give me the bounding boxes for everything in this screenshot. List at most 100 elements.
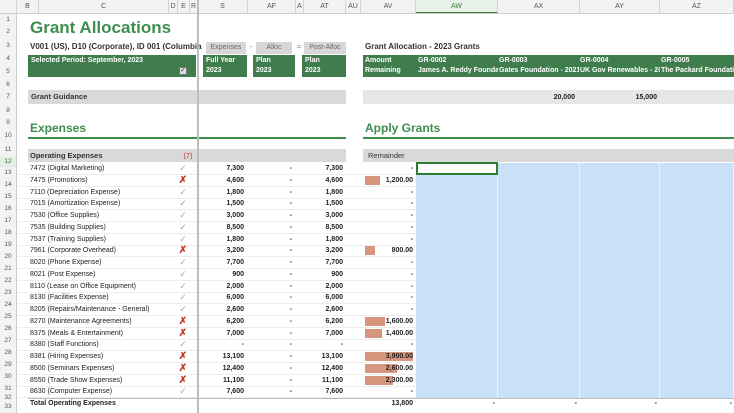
expense-label: 8381 (Hiring Expenses) (30, 353, 104, 360)
row-header-7[interactable]: 7 (0, 90, 17, 104)
remainder-value: - (410, 294, 413, 301)
amount-remaining-header: Amount Remaining (365, 56, 413, 76)
x-mark-icon: ✗ (178, 245, 188, 256)
row-header-5[interactable]: 5 (0, 65, 17, 79)
active-cell-aw12[interactable] (416, 162, 498, 175)
expense-label: 7015 (Amortization Expense) (30, 200, 121, 207)
column-header-ay[interactable]: AY (580, 0, 660, 13)
row-header-9[interactable]: 9 (0, 117, 17, 128)
column-header-c[interactable]: C (39, 0, 169, 13)
row-header-23[interactable]: 23 (0, 287, 17, 299)
remainder-value: - (410, 259, 413, 266)
column-header-az[interactable]: AZ (660, 0, 734, 13)
full-year-label: Full Year (206, 57, 236, 64)
column-header-e[interactable]: E (178, 0, 190, 13)
column-header-a[interactable] (0, 0, 17, 13)
expense-label: 7475 (Promotions) (30, 177, 88, 184)
remainder-value: - (410, 341, 413, 348)
column-header-af[interactable]: AF (248, 0, 296, 13)
remainder-value: 2,300.00 (385, 377, 413, 384)
full-year-value: 7,700 (226, 259, 244, 266)
total-remainder: 13,800 (391, 400, 413, 407)
column-header-aw[interactable]: AW (416, 0, 498, 13)
grant-guidance-value-2: 15,000 (635, 94, 657, 101)
row-header-29[interactable]: 29 (0, 359, 17, 371)
total-grant-2: - (574, 400, 577, 407)
post-alloc-value: 2,600 (325, 306, 343, 313)
post-alloc-value: 8,500 (325, 224, 343, 231)
row-header-24[interactable]: 24 (0, 299, 17, 311)
row-header-3[interactable]: 3 (0, 39, 17, 53)
grant-header-gr-0004[interactable]: GR-0004 UK Gov Renewables - 2021 (580, 56, 660, 76)
full-year-value: 11,100 (222, 377, 244, 384)
full-year-value: 900 (232, 271, 244, 278)
column-header-au[interactable]: AU (346, 0, 361, 13)
checkmark-icon: ✓ (179, 234, 187, 244)
row-header-13[interactable]: 13 (0, 167, 17, 179)
x-mark-icon: ✗ (178, 363, 188, 374)
row-header-18[interactable]: 18 (0, 227, 17, 239)
row-header-25[interactable]: 25 (0, 311, 17, 323)
remainder-value: - (410, 283, 413, 290)
row-header-33[interactable]: 33 (0, 401, 17, 413)
row-header-1[interactable]: 1 (0, 14, 17, 25)
subtitle: V001 (US), D10 (Corporate), ID 001 (Colu… (30, 42, 202, 51)
grant-header-gr-0002[interactable]: GR-0002 James A. Reddy Foundation (418, 56, 498, 76)
full-year-value: 1,800 (226, 189, 244, 196)
row-header-10[interactable]: 10 (0, 128, 17, 143)
grant-name: James A. Reddy Foundation (418, 67, 498, 74)
expense-label: 8375 (Meals & Entertainment) (30, 330, 123, 337)
row-header-22[interactable]: 22 (0, 275, 17, 287)
grant-guidance-label: Grant Guidance (31, 92, 88, 101)
row-header-4[interactable]: 4 (0, 53, 17, 65)
grant-name: The Packard Foundation (661, 67, 734, 74)
alloc-value: - (289, 330, 292, 337)
row-header-14[interactable]: 14 (0, 179, 17, 191)
post-alloc-value: - (340, 341, 343, 348)
remainder-header: Remainder (363, 149, 734, 162)
grant-header-gr-0005[interactable]: GR-0005 The Packard Foundation (661, 56, 734, 76)
grant-header-gr-0003[interactable]: GR-0003 Gates Foundation - 2021Q (499, 56, 579, 76)
row-header-17[interactable]: 17 (0, 215, 17, 227)
full-year-value: 1,500 (226, 200, 244, 207)
row-header-19[interactable]: 19 (0, 239, 17, 251)
expense-label: 7961 (Corporate Overhead) (30, 247, 116, 254)
alloc-value: - (289, 200, 292, 207)
x-mark-icon: ✗ (178, 328, 188, 339)
column-header-at[interactable]: AT (304, 0, 346, 13)
column-header-bar: B C D E R S AF A AT AU AV AW AX AY AZ (0, 0, 734, 14)
column-header-a[interactable]: A (296, 0, 304, 13)
column-header-s[interactable]: S (198, 0, 248, 13)
column-header-av[interactable]: AV (361, 0, 416, 13)
operating-expenses-header-right (199, 149, 346, 162)
remainder-value: - (410, 388, 413, 395)
full-year-value: 7,600 (226, 388, 244, 395)
grant-name: UK Gov Renewables - 2021 (580, 67, 660, 74)
column-header-b[interactable]: B (17, 0, 39, 13)
row-header-15[interactable]: 15 (0, 191, 17, 203)
row-header-16[interactable]: 16 (0, 203, 17, 215)
row-header-20[interactable]: 20 (0, 251, 17, 263)
post-alloc-value: 7,300 (325, 165, 343, 172)
row-header-6[interactable]: 6 (0, 79, 17, 90)
row-header-8[interactable]: 8 (0, 104, 17, 117)
full-year-value: 13,100 (222, 353, 244, 360)
selected-period-box[interactable]: Selected Period: September, 2023 (28, 55, 196, 77)
full-year-value: 7,000 (226, 330, 244, 337)
column-header-d[interactable]: D (169, 0, 178, 13)
remainder-value: 1,200.00 (385, 177, 413, 184)
row-header-28[interactable]: 28 (0, 347, 17, 359)
checkmark-icon: ✓ (179, 304, 187, 314)
full-year-year: 2023 (206, 67, 222, 74)
column-header-ax[interactable]: AX (498, 0, 580, 13)
checkbox-icon[interactable]: ✓ (179, 67, 187, 75)
row-header-30[interactable]: 30 (0, 371, 17, 383)
expense-label: 8021 (Post Expense) (30, 271, 96, 278)
row-header-12[interactable]: 12 (0, 157, 17, 167)
row-header-11[interactable]: 11 (0, 143, 17, 157)
row-header-21[interactable]: 21 (0, 263, 17, 275)
expense-label: 7537 (Training Supplies) (30, 236, 107, 243)
row-header-2[interactable]: 2 (0, 25, 17, 39)
row-header-27[interactable]: 27 (0, 335, 17, 347)
row-header-26[interactable]: 26 (0, 323, 17, 335)
